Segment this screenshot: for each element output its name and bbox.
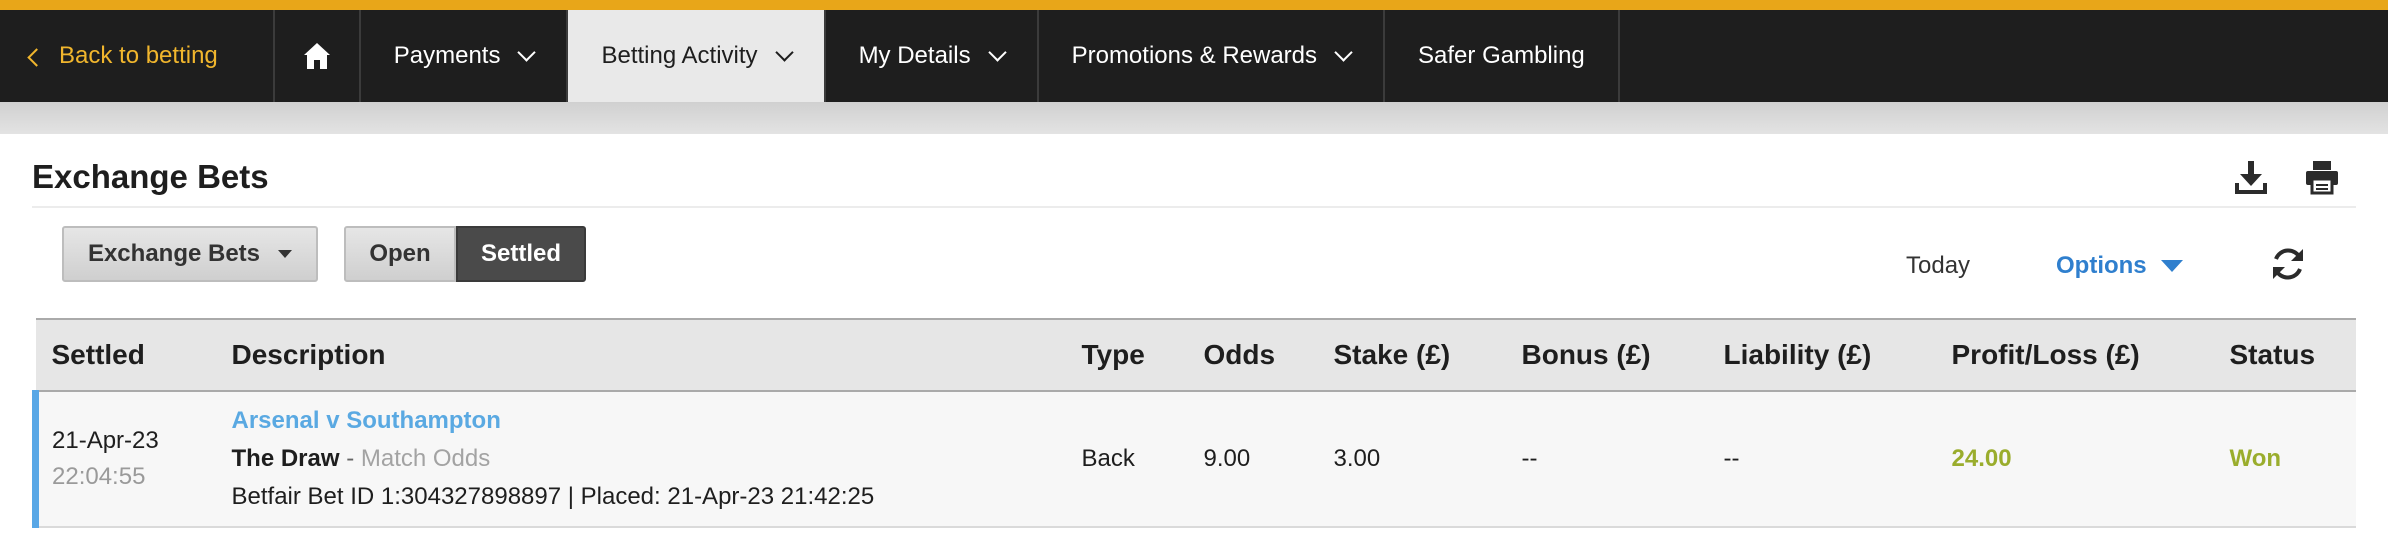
column-header-description[interactable]: Description (216, 319, 1066, 391)
column-header-odds[interactable]: Odds (1188, 319, 1318, 391)
chevron-down-icon (774, 42, 794, 62)
bets-table: Settled Description Type Odds Stake (£) … (32, 318, 2356, 528)
filter-controls: Exchange Bets Open Settled Today Options (32, 208, 2356, 318)
stake-cell: 3.00 (1333, 445, 1381, 472)
chevron-down-icon (987, 42, 1007, 62)
column-header-liability[interactable]: Liability (£) (1708, 319, 1936, 391)
chevron-down-icon (1334, 42, 1353, 62)
bonus-cell: -- (1521, 445, 1538, 472)
main-content: Exchange Bets Exchange Bets Open Settled (0, 134, 2388, 528)
description-cell: Arsenal v Southampton The Draw - Match O… (216, 391, 1066, 527)
nav-home-button[interactable] (275, 10, 361, 102)
chevron-left-icon (27, 47, 46, 67)
period-label[interactable]: Today (1906, 252, 1970, 280)
odds-cell: 9.00 (1203, 445, 1251, 472)
bet-type-dropdown[interactable]: Exchange Bets (62, 226, 318, 282)
type-cell: Back (1081, 445, 1135, 472)
selection-line: The Draw - Match Odds (232, 445, 1066, 473)
options-dropdown[interactable]: Options (2056, 252, 2183, 280)
back-to-betting-link[interactable]: Back to betting (0, 10, 275, 102)
column-header-settled[interactable]: Settled (36, 319, 216, 391)
column-header-status[interactable]: Status (2214, 319, 2357, 391)
nav-item-label: Promotions & Rewards (1071, 42, 1318, 69)
sub-nav-bar (0, 102, 2388, 134)
caret-down-icon (2160, 260, 2183, 272)
download-icon[interactable] (2234, 159, 2268, 195)
home-icon (303, 43, 330, 69)
column-header-stake[interactable]: Stake (£) (1318, 319, 1506, 391)
caret-down-icon (278, 250, 293, 258)
title-actions (2234, 159, 2340, 195)
nav-item-label: My Details (858, 42, 971, 69)
nav-item-label: Safer Gambling (1418, 42, 1585, 69)
nav-item-label: Betting Activity (601, 42, 758, 69)
top-accent-bar (0, 0, 2388, 10)
table-header-row: Settled Description Type Odds Stake (£) … (35, 319, 2357, 391)
options-label: Options (2056, 252, 2147, 279)
settled-date: 21-Apr-23 (52, 427, 159, 454)
nav-item-safer-gambling[interactable]: Safer Gambling (1385, 10, 1620, 102)
column-header-profit-loss[interactable]: Profit/Loss (£) (1936, 319, 2214, 391)
title-row: Exchange Bets (32, 134, 2356, 208)
bet-type-dropdown-label: Exchange Bets (87, 240, 261, 267)
settled-cell: 21-Apr-23 22:04:55 (32, 391, 216, 527)
refresh-icon[interactable] (2268, 244, 2308, 284)
nav-item-payments[interactable]: Payments (361, 10, 569, 102)
settled-time: 22:04:55 (52, 463, 146, 490)
column-header-type[interactable]: Type (1066, 319, 1188, 391)
selection-name: The Draw (231, 445, 340, 472)
main-nav: Back to betting Payments Betting Activit… (0, 10, 2388, 102)
bet-info: Betfair Bet ID 1:304327898897 | Placed: … (231, 483, 875, 510)
print-icon[interactable] (2304, 159, 2340, 195)
event-link[interactable]: Arsenal v Southampton (232, 407, 1066, 435)
chevron-down-icon (517, 42, 537, 62)
nav-item-promotions-rewards[interactable]: Promotions & Rewards (1039, 10, 1386, 102)
page-title: Exchange Bets (32, 158, 269, 195)
column-header-bonus[interactable]: Bonus (£) (1506, 319, 1708, 391)
open-filter-button[interactable]: Open (344, 226, 456, 282)
selection-separator: - (339, 445, 361, 472)
market-name: Match Odds (360, 445, 491, 472)
bet-status-toggle: Open Settled (344, 226, 586, 282)
table-row: 21-Apr-23 22:04:55 Arsenal v Southampton… (32, 391, 2356, 527)
nav-item-my-details[interactable]: My Details (826, 10, 1039, 102)
settled-filter-button[interactable]: Settled (456, 226, 586, 282)
nav-item-label: Payments (393, 42, 501, 69)
back-to-betting-label: Back to betting (59, 42, 218, 69)
status-badge: Won (2229, 445, 2282, 472)
nav-item-betting-activity[interactable]: Betting Activity (568, 10, 826, 102)
profit-loss-cell: 24.00 (1951, 445, 2012, 472)
liability-cell: -- (1723, 445, 1740, 472)
